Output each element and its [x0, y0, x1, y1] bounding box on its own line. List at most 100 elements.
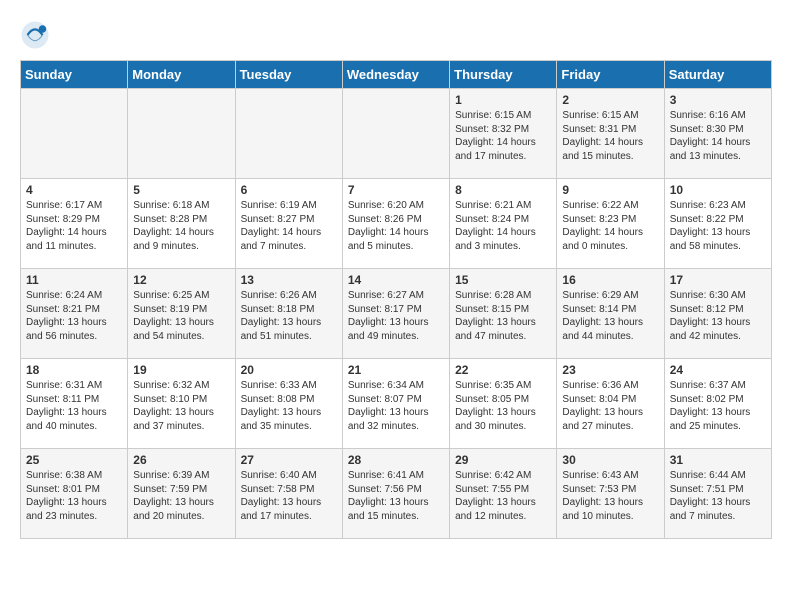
day-info: Sunrise: 6:15 AM Sunset: 8:32 PM Dayligh… [455, 109, 551, 163]
calendar-body: 1 Sunrise: 6:15 AM Sunset: 8:32 PM Daylig… [21, 89, 772, 539]
week-row-3: 11 Sunrise: 6:24 AM Sunset: 8:21 PM Dayli… [21, 269, 772, 359]
day-info: Sunrise: 6:18 AM Sunset: 8:28 PM Dayligh… [133, 199, 229, 253]
day-cell [342, 89, 449, 179]
day-cell: 14 Sunrise: 6:27 AM Sunset: 8:17 PM Dayli… [342, 269, 449, 359]
day-cell: 17Sunrise: 6:30 AM Sunset: 8:12 PM Dayli… [664, 269, 771, 359]
day-number: 24 [670, 363, 766, 377]
day-cell: 2 Sunrise: 6:15 AM Sunset: 8:31 PM Daylig… [557, 89, 664, 179]
header-cell-friday: Friday [557, 61, 664, 89]
header-row: SundayMondayTuesdayWednesdayThursdayFrid… [21, 61, 772, 89]
day-info: Sunrise: 6:24 AM Sunset: 8:21 PM Dayligh… [26, 289, 122, 343]
day-cell: 26 Sunrise: 6:39 AM Sunset: 7:59 PM Dayli… [128, 449, 235, 539]
day-number: 11 [26, 273, 122, 287]
day-cell: 27 Sunrise: 6:40 AM Sunset: 7:58 PM Dayli… [235, 449, 342, 539]
day-number: 21 [348, 363, 444, 377]
day-number: 28 [348, 453, 444, 467]
day-number: 20 [241, 363, 337, 377]
day-cell: 6Sunrise: 6:19 AM Sunset: 8:27 PM Daylig… [235, 179, 342, 269]
day-info: Sunrise: 6:15 AM Sunset: 8:31 PM Dayligh… [562, 109, 658, 163]
day-number: 2 [562, 93, 658, 107]
day-cell: 4 Sunrise: 6:17 AM Sunset: 8:29 PM Daylig… [21, 179, 128, 269]
day-number: 8 [455, 183, 551, 197]
day-cell: 3Sunrise: 6:16 AM Sunset: 8:30 PM Daylig… [664, 89, 771, 179]
day-number: 7 [348, 183, 444, 197]
day-cell [21, 89, 128, 179]
day-cell: 24 Sunrise: 6:37 AM Sunset: 8:02 PM Dayli… [664, 359, 771, 449]
day-info: Sunrise: 6:34 AM Sunset: 8:07 PM Dayligh… [348, 379, 444, 433]
day-number: 26 [133, 453, 229, 467]
day-cell: 15Sunrise: 6:28 AM Sunset: 8:15 PM Dayli… [450, 269, 557, 359]
week-row-5: 25 Sunrise: 6:38 AM Sunset: 8:01 PM Dayli… [21, 449, 772, 539]
day-number: 13 [241, 273, 337, 287]
day-number: 19 [133, 363, 229, 377]
day-number: 9 [562, 183, 658, 197]
day-info: Sunrise: 6:21 AM Sunset: 8:24 PM Dayligh… [455, 199, 551, 253]
week-row-2: 4 Sunrise: 6:17 AM Sunset: 8:29 PM Daylig… [21, 179, 772, 269]
day-cell: 1 Sunrise: 6:15 AM Sunset: 8:32 PM Daylig… [450, 89, 557, 179]
logo-icon [20, 20, 50, 50]
day-number: 30 [562, 453, 658, 467]
day-number: 31 [670, 453, 766, 467]
day-number: 22 [455, 363, 551, 377]
header-cell-sunday: Sunday [21, 61, 128, 89]
day-info: Sunrise: 6:36 AM Sunset: 8:04 PM Dayligh… [562, 379, 658, 433]
day-cell: 31Sunrise: 6:44 AM Sunset: 7:51 PM Dayli… [664, 449, 771, 539]
day-number: 17 [670, 273, 766, 287]
day-cell: 9Sunrise: 6:22 AM Sunset: 8:23 PM Daylig… [557, 179, 664, 269]
day-cell: 25 Sunrise: 6:38 AM Sunset: 8:01 PM Dayli… [21, 449, 128, 539]
week-row-1: 1 Sunrise: 6:15 AM Sunset: 8:32 PM Daylig… [21, 89, 772, 179]
day-info: Sunrise: 6:33 AM Sunset: 8:08 PM Dayligh… [241, 379, 337, 433]
day-cell: 11 Sunrise: 6:24 AM Sunset: 8:21 PM Dayli… [21, 269, 128, 359]
day-number: 27 [241, 453, 337, 467]
day-number: 6 [241, 183, 337, 197]
logo [20, 20, 54, 50]
day-cell: 16Sunrise: 6:29 AM Sunset: 8:14 PM Dayli… [557, 269, 664, 359]
day-info: Sunrise: 6:27 AM Sunset: 8:17 PM Dayligh… [348, 289, 444, 343]
header-cell-wednesday: Wednesday [342, 61, 449, 89]
day-number: 4 [26, 183, 122, 197]
day-number: 1 [455, 93, 551, 107]
day-cell: 5 Sunrise: 6:18 AM Sunset: 8:28 PM Daylig… [128, 179, 235, 269]
day-cell: 8 Sunrise: 6:21 AM Sunset: 8:24 PM Daylig… [450, 179, 557, 269]
day-info: Sunrise: 6:40 AM Sunset: 7:58 PM Dayligh… [241, 469, 337, 523]
day-info: Sunrise: 6:25 AM Sunset: 8:19 PM Dayligh… [133, 289, 229, 343]
day-number: 5 [133, 183, 229, 197]
day-info: Sunrise: 6:37 AM Sunset: 8:02 PM Dayligh… [670, 379, 766, 433]
day-cell: 22 Sunrise: 6:35 AM Sunset: 8:05 PM Dayli… [450, 359, 557, 449]
day-cell: 23 Sunrise: 6:36 AM Sunset: 8:04 PM Dayli… [557, 359, 664, 449]
day-number: 3 [670, 93, 766, 107]
day-cell: 10 Sunrise: 6:23 AM Sunset: 8:22 PM Dayli… [664, 179, 771, 269]
day-number: 25 [26, 453, 122, 467]
header [20, 20, 772, 50]
day-cell: 7Sunrise: 6:20 AM Sunset: 8:26 PM Daylig… [342, 179, 449, 269]
day-info: Sunrise: 6:41 AM Sunset: 7:56 PM Dayligh… [348, 469, 444, 523]
day-info: Sunrise: 6:39 AM Sunset: 7:59 PM Dayligh… [133, 469, 229, 523]
day-number: 16 [562, 273, 658, 287]
day-number: 12 [133, 273, 229, 287]
day-cell: 12 Sunrise: 6:25 AM Sunset: 8:19 PM Dayli… [128, 269, 235, 359]
day-info: Sunrise: 6:23 AM Sunset: 8:22 PM Dayligh… [670, 199, 766, 253]
day-info: Sunrise: 6:38 AM Sunset: 8:01 PM Dayligh… [26, 469, 122, 523]
day-cell [235, 89, 342, 179]
day-info: Sunrise: 6:42 AM Sunset: 7:55 PM Dayligh… [455, 469, 551, 523]
day-info: Sunrise: 6:17 AM Sunset: 8:29 PM Dayligh… [26, 199, 122, 253]
calendar-header: SundayMondayTuesdayWednesdayThursdayFrid… [21, 61, 772, 89]
day-cell: 19 Sunrise: 6:32 AM Sunset: 8:10 PM Dayli… [128, 359, 235, 449]
day-cell: 20 Sunrise: 6:33 AM Sunset: 8:08 PM Dayli… [235, 359, 342, 449]
day-number: 29 [455, 453, 551, 467]
calendar-table: SundayMondayTuesdayWednesdayThursdayFrid… [20, 60, 772, 539]
day-number: 10 [670, 183, 766, 197]
day-number: 23 [562, 363, 658, 377]
day-cell: 30Sunrise: 6:43 AM Sunset: 7:53 PM Dayli… [557, 449, 664, 539]
day-number: 14 [348, 273, 444, 287]
day-info: Sunrise: 6:26 AM Sunset: 8:18 PM Dayligh… [241, 289, 337, 343]
day-number: 18 [26, 363, 122, 377]
day-info: Sunrise: 6:35 AM Sunset: 8:05 PM Dayligh… [455, 379, 551, 433]
day-cell: 28 Sunrise: 6:41 AM Sunset: 7:56 PM Dayli… [342, 449, 449, 539]
header-cell-thursday: Thursday [450, 61, 557, 89]
day-cell: 13 Sunrise: 6:26 AM Sunset: 8:18 PM Dayli… [235, 269, 342, 359]
day-info: Sunrise: 6:32 AM Sunset: 8:10 PM Dayligh… [133, 379, 229, 433]
day-cell: 18Sunrise: 6:31 AM Sunset: 8:11 PM Dayli… [21, 359, 128, 449]
day-cell [128, 89, 235, 179]
day-cell: 21 Sunrise: 6:34 AM Sunset: 8:07 PM Dayli… [342, 359, 449, 449]
